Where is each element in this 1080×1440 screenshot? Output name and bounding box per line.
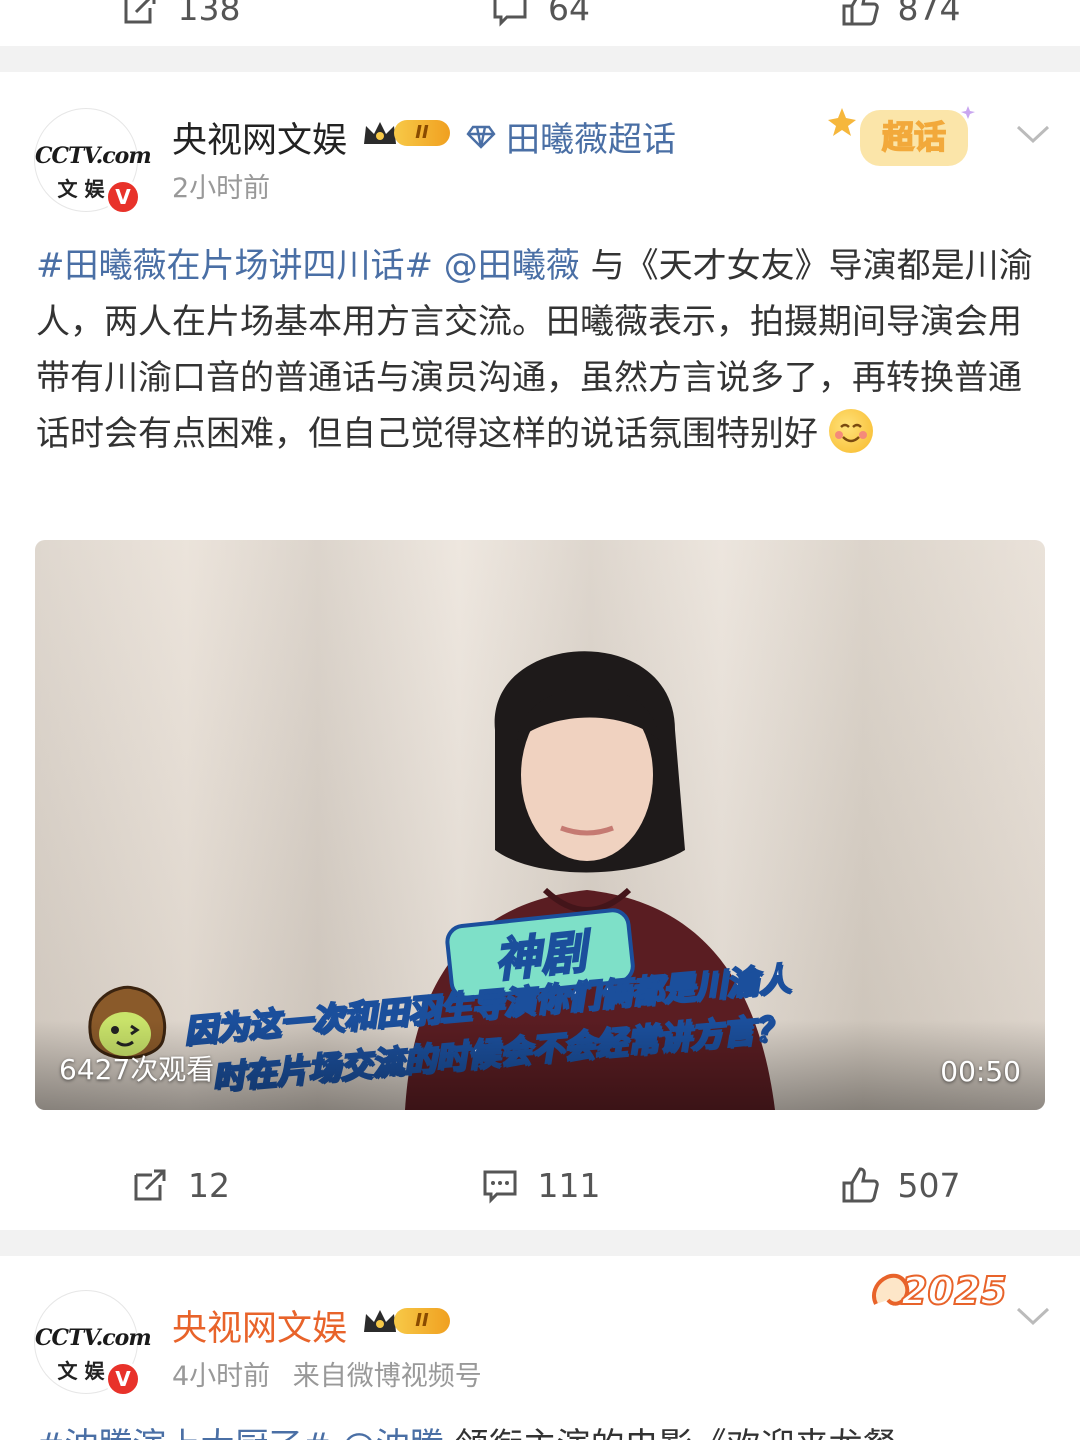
next-avatar[interactable]: CCTV.com 文 娱 V [34,1290,152,1397]
next-mention-link[interactable]: @沈腾 [342,1426,444,1440]
repost-count: 12 [188,1165,230,1205]
avatar[interactable]: CCTV.com 文 娱 V [34,108,152,215]
post-text: #田曦薇在片场讲四川话# @田曦薇 与《天才女友》导演都是川渝人，两人在片场基本… [36,238,1036,462]
post-time: 2小时前 [172,173,271,204]
member-level-badge[interactable]: II [362,118,450,148]
comment-count: 111 [537,1165,601,1205]
member-level: II [394,1308,450,1334]
diamond-icon [466,125,496,149]
member-level: II [394,120,450,146]
video-view-count: 6427次观看 [59,1053,215,1086]
supertalk-badge-text: 超话 [882,118,946,156]
comment-button[interactable]: 64 [360,0,720,38]
next-post-body: 领衔主演的电影《欢迎来龙餐 [444,1426,897,1440]
thumbs-up-icon [842,1167,879,1203]
like-button[interactable]: 874 [720,0,1080,38]
next-post-time: 4小时前 [172,1361,271,1392]
repost-button[interactable]: 138 [0,0,360,38]
video-duration: 00:50 [940,1055,1021,1088]
repost-count: 138 [177,0,241,28]
supertopic-link[interactable]: 田曦薇超话 [466,112,676,161]
comment-count: 64 [548,0,590,28]
like-count: 507 [897,1165,961,1205]
chevron-down-icon[interactable] [1016,124,1050,144]
author-name[interactable]: 央视网文娱 [172,112,347,163]
next-hashtag-link[interactable]: #沈腾演上大厨了# [36,1426,331,1440]
next-post-text: #沈腾演上大厨了# @沈腾 领衔主演的电影《欢迎来龙餐 [36,1418,897,1440]
hashtag-link[interactable]: #田曦薇在片场讲四川话# [36,246,433,286]
comment-button[interactable]: 111 [360,1150,720,1220]
supertalk-badge[interactable]: 超话 [826,100,986,176]
year-2025-badge: 2025 [872,1268,1006,1314]
crown-icon [364,122,396,144]
comment-icon [483,1170,516,1204]
comment-icon [493,0,527,27]
next-post-meta: 4小时前 来自微博视频号 [172,1354,482,1393]
verified-badge: V [105,179,141,215]
prev-post-actions: 138 64 874 [0,0,1080,38]
supertopic-name: 田曦薇超话 [506,120,676,160]
repost-icon [124,0,155,24]
crown-icon [364,1310,396,1332]
mention-link[interactable]: @田曦薇 [444,246,580,286]
post-actions: 12 111 507 [0,1150,1080,1220]
verified-badge: V [105,1361,141,1397]
blush-emoji-icon [828,409,873,453]
like-button[interactable]: 507 [720,1150,1080,1220]
svg-text:2025: 2025 [901,1269,1006,1313]
video-player[interactable]: 神剧 因为这一次和田羽生导演你们俩都是川渝人 时在片场交流的时候会不会经常讲方言… [35,540,1045,1110]
thumbs-up-icon [842,0,879,26]
cctv-logo: CCTV.com [35,143,152,169]
like-count: 874 [897,0,961,28]
next-author-name[interactable]: 央视网文娱 [172,1300,347,1351]
next-member-level-badge[interactable]: II [362,1306,450,1336]
prev-post-card: 138 64 874 [0,0,1080,46]
repost-button[interactable]: 12 [0,1150,360,1220]
repost-icon [134,1169,166,1201]
next-post-source[interactable]: 来自微博视频号 [293,1361,482,1392]
chevron-down-icon[interactable] [1016,1306,1050,1326]
cctv-logo: CCTV.com [35,1325,152,1351]
